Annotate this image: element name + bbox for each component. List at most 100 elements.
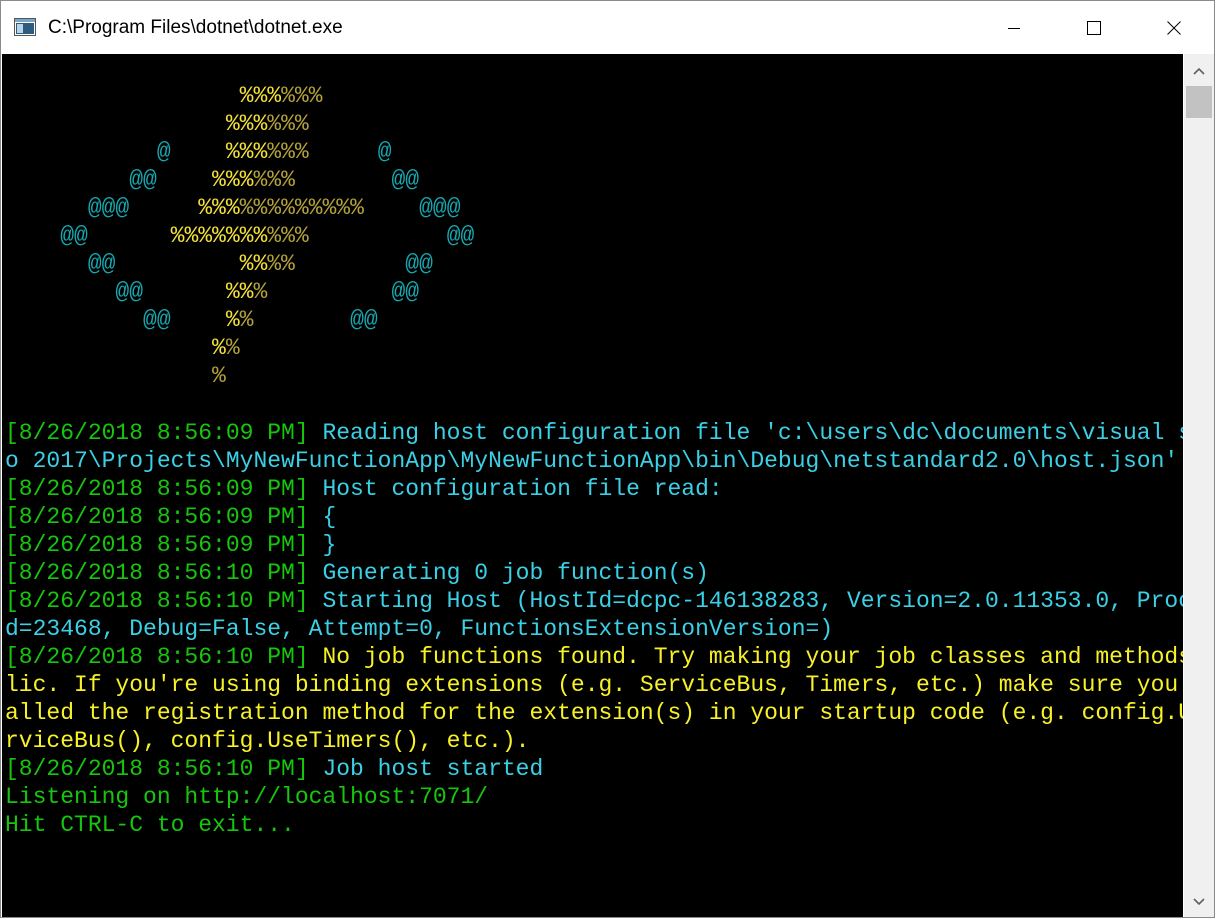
- log-line-segment: Hit CTRL-C to exit...: [5, 812, 295, 838]
- minimize-button[interactable]: [974, 1, 1054, 54]
- log-line-segment: [8/26/2018 8:56:10 PM]: [5, 560, 323, 586]
- log-line-segment: [8/26/2018 8:56:10 PM]: [5, 644, 323, 670]
- console-window: C:\Program Files\dotnet\dotnet.exe %%%%%…: [0, 0, 1215, 918]
- logo-line-segment: @: [5, 139, 226, 165]
- logo-line: %%: [5, 334, 474, 362]
- logo-line: @@@ %%%%%%%%%%%% @@@: [5, 194, 474, 222]
- logo-line-segment: @@@: [363, 195, 461, 221]
- logo-line-segment: @@: [5, 223, 171, 249]
- logo-line: @@ %% @@: [5, 306, 474, 334]
- logo-line-segment: %: [212, 363, 226, 389]
- log-line: [8/26/2018 8:56:09 PM] }: [5, 531, 1183, 559]
- log-line: [8/26/2018 8:56:10 PM] Job host started: [5, 755, 1183, 783]
- logo-line: @ %%%%%% @: [5, 138, 474, 166]
- logo-line-segment: %%%%%%%: [170, 223, 268, 249]
- minimize-icon: [1008, 27, 1020, 29]
- logo-line-segment: %%%: [225, 139, 268, 165]
- logo-line: @@ %%%%%% @@: [5, 166, 474, 194]
- log-line: [8/26/2018 8:56:09 PM] Reading host conf…: [5, 419, 1183, 447]
- log-line: [8/26/2018 8:56:09 PM] {: [5, 503, 1183, 531]
- scroll-up-arrow-icon: [1193, 67, 1205, 75]
- logo-line-segment: %: [212, 335, 226, 361]
- logo-line-segment: @@: [5, 279, 226, 305]
- logo-line-segment: %%%: [267, 223, 309, 249]
- maximize-icon: [1087, 20, 1101, 35]
- logo-line-segment: %%%: [239, 83, 282, 109]
- logo-line-segment: [5, 111, 226, 137]
- logo-line-segment: %%%: [267, 139, 309, 165]
- window-title: C:\Program Files\dotnet\dotnet.exe: [48, 17, 343, 38]
- logo-line-segment: @@: [253, 307, 378, 333]
- scroll-up-button[interactable]: [1184, 56, 1214, 86]
- log-line-segment: }: [322, 532, 337, 558]
- vertical-scrollbar[interactable]: [1184, 54, 1214, 917]
- logo-line-segment: @@: [294, 167, 420, 193]
- log-line: d=23468, Debug=False, Attempt=0, Functio…: [5, 615, 1183, 643]
- log-line: [8/26/2018 8:56:10 PM] Starting Host (Ho…: [5, 587, 1183, 615]
- logo-line-segment: @@: [5, 251, 240, 277]
- logo-line-segment: @: [308, 139, 392, 165]
- logo-line-segment: [5, 83, 240, 109]
- log-line-segment: Reading host configuration file 'c:\user…: [322, 420, 1183, 446]
- log-line-segment: No job functions found. Try making your …: [322, 644, 1183, 670]
- logo-line-segment: %%%: [198, 195, 240, 221]
- log-line-segment: rviceBus(), config.UseTimers(), etc.).: [5, 728, 530, 754]
- azure-functions-ascii-logo: %%%%%% %%%%%% @ %%%%%% @ @@ %%%%%% @@ @@…: [2, 82, 474, 390]
- console-app-icon: [14, 18, 36, 36]
- log-line: o 2017\Projects\MyNewFunctionApp\MyNewFu…: [5, 447, 1183, 475]
- logo-line: %%%%%%: [5, 82, 474, 110]
- scroll-down-button[interactable]: [1184, 887, 1214, 917]
- logo-line-segment: @@@: [5, 195, 199, 221]
- log-line: [8/26/2018 8:56:10 PM] Generating 0 job …: [5, 559, 1183, 587]
- log-line-segment: Host configuration file read:: [322, 476, 723, 502]
- log-line: [8/26/2018 8:56:10 PM] No job functions …: [5, 643, 1183, 671]
- logo-line-segment: @@: [5, 307, 226, 333]
- log-line: [8/26/2018 8:56:09 PM] Host configuratio…: [5, 475, 1183, 503]
- log-line-segment: Listening on http://localhost:7071/: [5, 784, 489, 810]
- logo-line-segment: %%%: [267, 111, 309, 137]
- log-line-segment: [8/26/2018 8:56:09 PM]: [5, 476, 323, 502]
- log-line-segment: Starting Host (HostId=dcpc-146138283, Ve…: [322, 588, 1183, 614]
- log-line-segment: Job host started: [322, 756, 544, 782]
- logo-line-segment: [5, 335, 212, 361]
- logo-line-segment: %%%%%%%%%: [239, 195, 364, 221]
- log-line-segment: d=23468, Debug=False, Attempt=0, Functio…: [5, 616, 834, 642]
- logo-line: %%%%%%: [5, 110, 474, 138]
- console-log: [8/26/2018 8:56:09 PM] Reading host conf…: [2, 419, 1183, 839]
- scrollbar-thumb[interactable]: [1186, 86, 1212, 118]
- logo-line-segment: [5, 363, 212, 389]
- log-line-segment: lic. If you're using binding extensions …: [5, 672, 1183, 698]
- log-line-segment: alled the registration method for the ex…: [5, 700, 1183, 726]
- log-line-segment: [8/26/2018 8:56:09 PM]: [5, 504, 323, 530]
- close-button[interactable]: [1134, 1, 1214, 54]
- logo-line-segment: %: [239, 307, 254, 333]
- log-line: Listening on http://localhost:7071/: [5, 783, 1183, 811]
- logo-line-segment: @@: [308, 223, 475, 249]
- logo-line: %: [5, 362, 474, 390]
- log-line-segment: [8/26/2018 8:56:09 PM]: [5, 420, 323, 446]
- log-line: lic. If you're using binding extensions …: [5, 671, 1183, 699]
- log-line-segment: [8/26/2018 8:56:10 PM]: [5, 756, 323, 782]
- close-icon: [1167, 20, 1181, 35]
- logo-line-segment: %: [253, 279, 268, 305]
- logo-line-segment: %%%: [253, 167, 295, 193]
- log-line-segment: [8/26/2018 8:56:09 PM]: [5, 532, 323, 558]
- scroll-down-arrow-icon: [1193, 898, 1205, 906]
- log-line-segment: Generating 0 job function(s): [322, 560, 709, 586]
- maximize-button[interactable]: [1054, 1, 1134, 54]
- log-line-segment: [8/26/2018 8:56:10 PM]: [5, 588, 323, 614]
- logo-line-segment: %%%: [281, 83, 323, 109]
- log-line: alled the registration method for the ex…: [5, 699, 1183, 727]
- logo-line-segment: %%%: [225, 111, 268, 137]
- console-output[interactable]: %%%%%% %%%%%% @ %%%%%% @ @@ %%%%%% @@ @@…: [2, 54, 1183, 917]
- logo-line-segment: @@: [294, 251, 433, 277]
- title-bar[interactable]: C:\Program Files\dotnet\dotnet.exe: [1, 1, 1214, 54]
- log-line: rviceBus(), config.UseTimers(), etc.).: [5, 727, 1183, 755]
- log-line-segment: o 2017\Projects\MyNewFunctionApp\MyNewFu…: [5, 448, 1179, 474]
- logo-line-segment: %: [225, 335, 240, 361]
- logo-line: @@ %%%%%%%%%% @@: [5, 222, 474, 250]
- logo-line-segment: %%: [267, 251, 295, 277]
- logo-line: @@ %%% @@: [5, 278, 474, 306]
- logo-line-segment: @@: [5, 167, 213, 193]
- logo-line-segment: %%: [225, 279, 254, 305]
